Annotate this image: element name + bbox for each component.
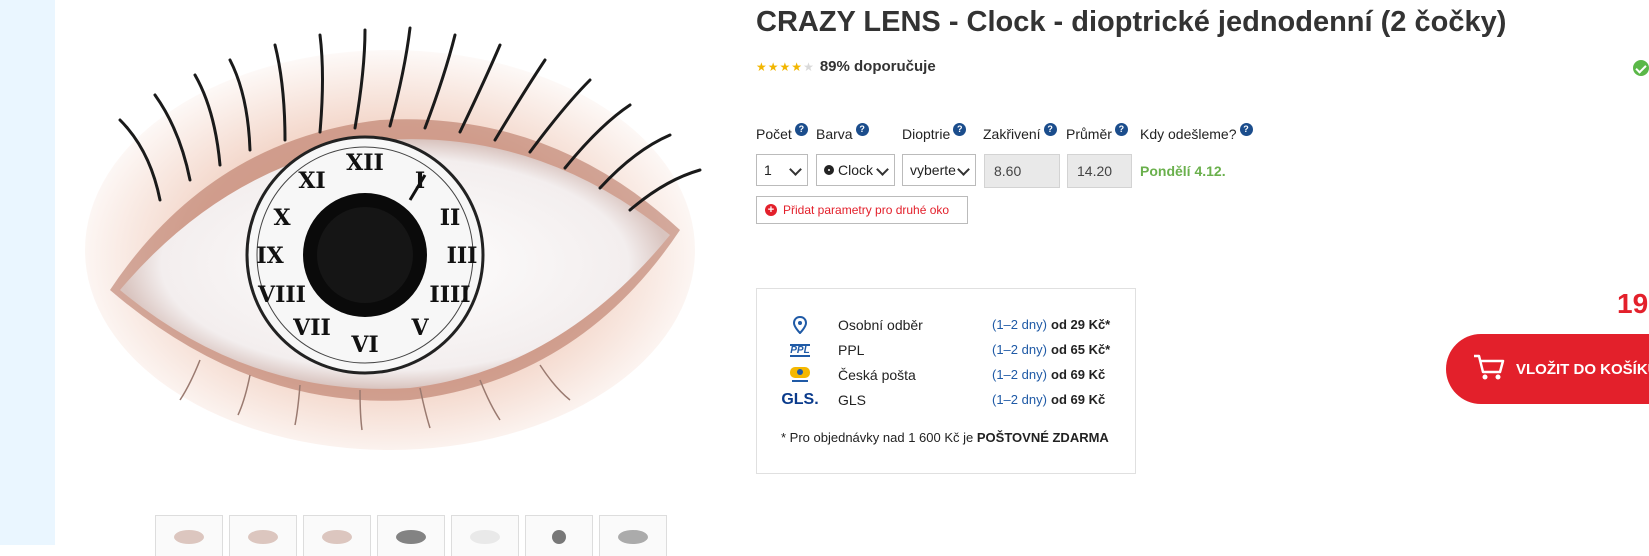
help-icon[interactable]: ? <box>1239 123 1253 136</box>
chevron-down-icon <box>789 163 802 176</box>
delivery-row: GLS. GLS (1–2 dny) od 69 Kč <box>757 390 1135 412</box>
location-pin-icon <box>779 315 821 335</box>
count-value: 1 <box>764 162 772 178</box>
label-ship-when: Kdy odešleme? ? <box>1140 123 1253 142</box>
label-color: Barva ? <box>816 123 869 142</box>
delivery-price: od 69 Kč <box>1051 367 1106 382</box>
label-text: Barva <box>816 126 853 142</box>
svg-text:XII: XII <box>346 150 384 176</box>
svg-text:VI: VI <box>350 332 378 358</box>
help-icon[interactable]: ? <box>1114 123 1128 136</box>
color-select[interactable]: Clock <box>816 154 895 186</box>
add-to-cart-button[interactable]: VLOŽIT DO KOŠÍKU <box>1446 334 1649 404</box>
plus-icon: + <box>765 204 777 216</box>
thumbnail-strip <box>155 515 667 556</box>
label-text: Kdy odešleme? <box>1140 126 1237 142</box>
svg-text:VIII: VIII <box>257 282 306 308</box>
add-second-eye-label: Přidat parametry pro druhé oko <box>783 203 950 217</box>
delivery-row: Česká pošta (1–2 dny) od 69 Kč <box>757 365 1135 387</box>
svg-text:III: III <box>447 243 478 269</box>
cart-icon <box>1472 353 1506 385</box>
color-swatch-icon <box>824 165 834 175</box>
diameter-field: 14.20 <box>1067 154 1132 188</box>
diopter-value: vyberte <box>910 162 956 178</box>
chevron-down-icon <box>957 163 970 176</box>
delivery-row: PPL PPL (1–2 dny) od 65 Kč* <box>757 340 1135 362</box>
add-second-eye-button[interactable]: + Přidat parametry pro druhé oko <box>756 196 968 224</box>
delivery-name: GLS <box>838 392 867 408</box>
svg-text:XI: XI <box>298 168 325 194</box>
help-icon[interactable]: ? <box>953 123 967 136</box>
svg-text:X: X <box>273 205 291 231</box>
ceska-posta-logo-icon <box>779 365 821 385</box>
delivery-days: (1–2 dny) <box>992 342 1047 357</box>
label-diopter: Dioptrie ? <box>902 123 967 142</box>
thumbnail[interactable] <box>525 515 593 556</box>
ppl-logo-icon: PPL <box>779 340 821 360</box>
count-select[interactable]: 1 <box>756 154 808 186</box>
delivery-price: od 69 Kč <box>1051 392 1106 407</box>
gls-logo-text: GLS. <box>781 391 819 408</box>
delivery-days: (1–2 dny) <box>992 367 1047 382</box>
ppl-logo-text: PPL <box>790 343 810 357</box>
color-value: Clock <box>838 162 874 178</box>
svg-text:V: V <box>410 315 429 341</box>
star-icon: ★ <box>791 59 803 74</box>
thumbnail[interactable] <box>451 515 519 556</box>
svg-text:IX: IX <box>256 243 284 269</box>
label-text: Počet <box>756 126 792 142</box>
label-text: Zakřivení <box>983 126 1041 142</box>
curvature-field: 8.60 <box>984 154 1060 188</box>
label-diameter: Průměr ? <box>1066 123 1128 142</box>
rating[interactable]: ★ ★ ★ ★ ★ 89% doporučuje <box>756 58 936 75</box>
help-icon[interactable]: ? <box>1043 123 1057 136</box>
delivery-row: Osobní odběr (1–2 dny) od 29 Kč* <box>757 315 1135 337</box>
delivery-days: (1–2 dny) <box>992 317 1047 332</box>
delivery-price: od 65 Kč* <box>1051 342 1111 357</box>
diopter-select[interactable]: vyberte <box>902 154 976 186</box>
star-icon: ★ <box>767 59 779 74</box>
rating-stars: ★ ★ ★ ★ ★ <box>756 61 814 73</box>
delivery-days: (1–2 dny) <box>992 392 1047 407</box>
product-image[interactable]: XII I II III IIII V VI VII VIII IX X XI <box>80 0 720 470</box>
star-half-icon: ★ <box>803 59 814 74</box>
add-to-cart-label: VLOŽIT DO KOŠÍKU <box>1516 360 1649 378</box>
delivery-name: PPL <box>838 342 865 358</box>
thumbnail[interactable] <box>599 515 667 556</box>
chevron-down-icon <box>876 163 889 176</box>
eye-clock-image: XII I II III IIII V VI VII VIII IX X XI <box>80 0 720 470</box>
svg-text:II: II <box>440 205 461 231</box>
thumbnail[interactable] <box>303 515 371 556</box>
label-count: Počet ? <box>756 123 808 142</box>
star-icon: ★ <box>779 59 791 74</box>
thumbnail[interactable] <box>377 515 445 556</box>
left-strip <box>0 0 55 545</box>
label-curvature: Zakřivení ? <box>983 123 1057 142</box>
svg-text:VII: VII <box>292 315 331 341</box>
thumbnail[interactable] <box>229 515 297 556</box>
note-bold: POŠTOVNÉ ZDARMA <box>976 430 1109 445</box>
delivery-box: Osobní odběr (1–2 dny) od 29 Kč* PPL PPL… <box>756 288 1136 474</box>
delivery-name: Osobní odběr <box>838 317 923 333</box>
delivery-price: od 29 Kč* <box>1051 317 1111 332</box>
free-shipping-note: * Pro objednávky nad 1 600 Kč je POŠTOVN… <box>781 430 1109 445</box>
help-icon[interactable]: ? <box>794 123 808 136</box>
ship-date: Pondělí 4.12. <box>1140 163 1226 179</box>
delivery-name: Česká pošta <box>838 367 916 383</box>
gls-logo-icon: GLS. <box>779 390 821 410</box>
help-icon[interactable]: ? <box>855 123 869 136</box>
thumbnail[interactable] <box>155 515 223 556</box>
note-prefix: * Pro objednávky nad 1 600 Kč je <box>781 430 974 445</box>
rating-text: 89% doporučuje <box>819 58 936 75</box>
star-icon: ★ <box>756 59 767 74</box>
label-text: Průměr <box>1066 126 1112 142</box>
label-text: Dioptrie <box>902 126 951 142</box>
price: 19 <box>1617 288 1649 319</box>
check-circle-icon <box>1633 60 1649 76</box>
svg-text:IIII: IIII <box>429 282 470 308</box>
product-title: CRAZY LENS - Clock - dioptrické jednoden… <box>756 6 1507 38</box>
